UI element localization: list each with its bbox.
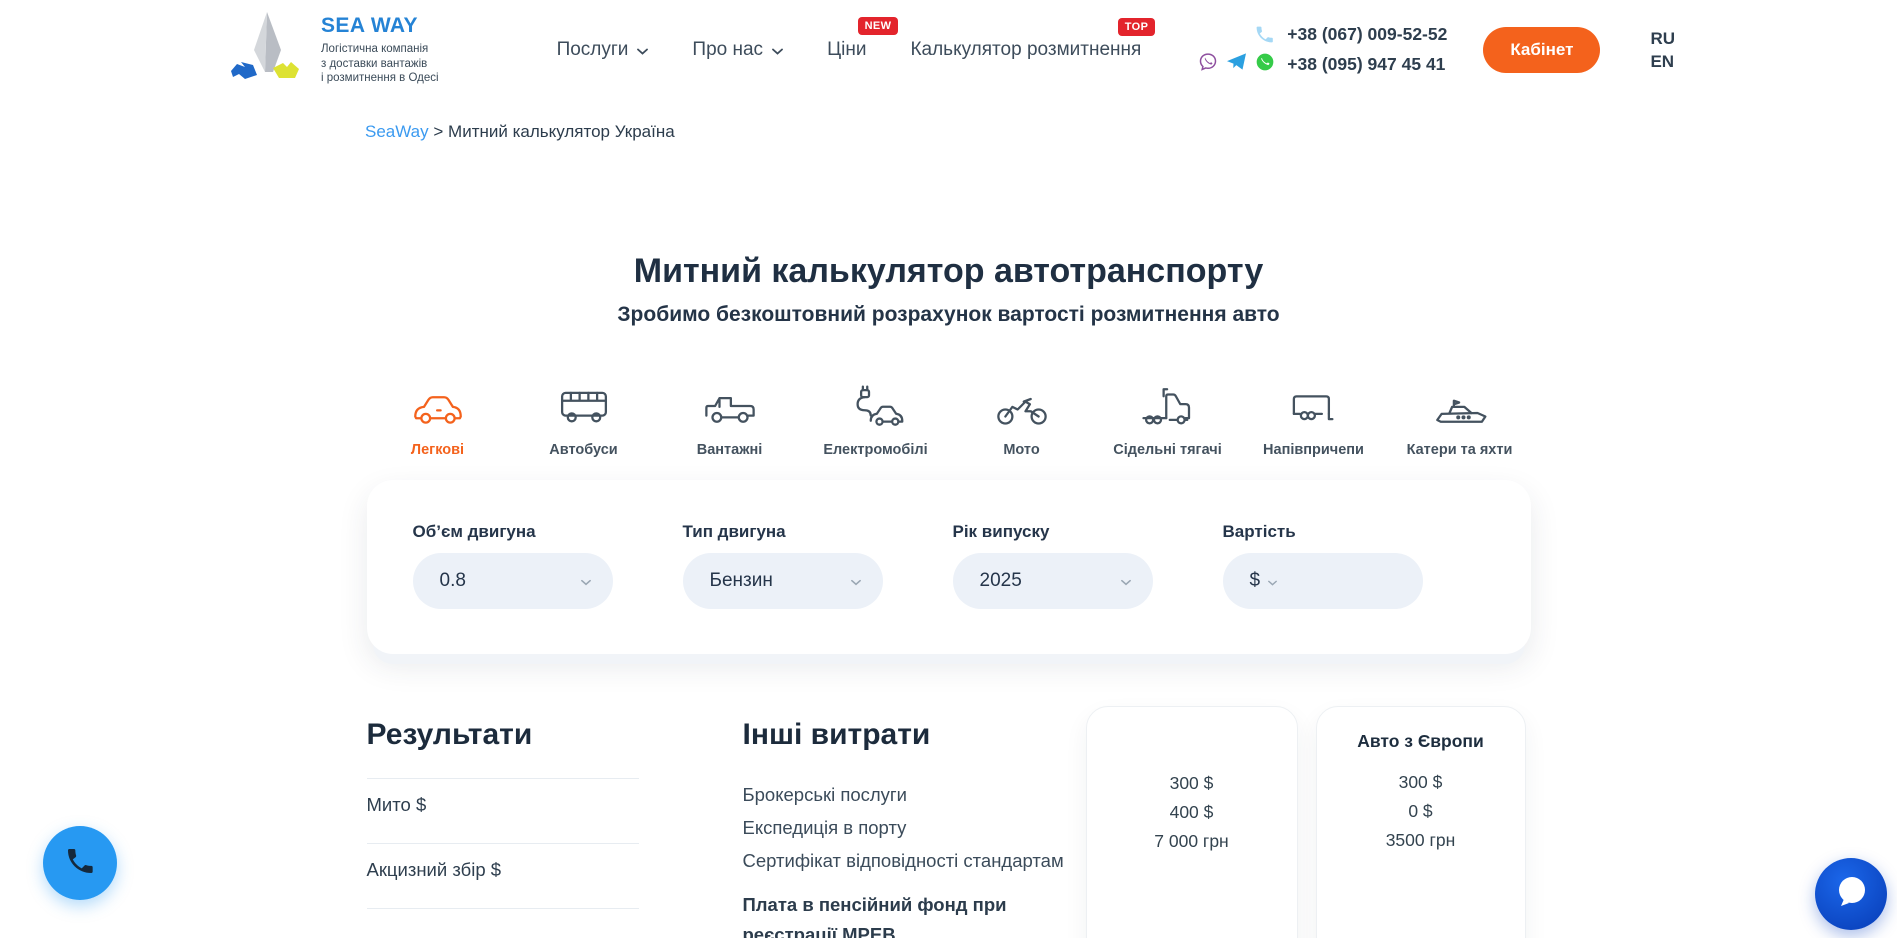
header-contacts: +38 (067) 009-52-52 +38 (095) 947 45 41 (1189, 24, 1447, 77)
chevron-down-icon (581, 570, 591, 592)
call-fab-button[interactable] (43, 826, 117, 900)
phone-icon (1189, 24, 1275, 45)
cost-card-europe: Авто з Європи 300 $ 0 $ 3500 грн (1316, 706, 1526, 938)
engine-volume-label: Об’єм двигуна (413, 522, 613, 542)
truck-icon (657, 379, 803, 429)
lang-en[interactable]: EN (1650, 52, 1675, 72)
engine-type-select[interactable]: Бензин (683, 553, 883, 609)
telegram-icon[interactable] (1226, 52, 1247, 76)
phone-number-2[interactable]: +38 (095) 947 45 41 (1287, 54, 1445, 75)
phone-icon (64, 845, 96, 882)
logo[interactable]: SEA WAY Логістична компанія з доставки в… (223, 8, 439, 93)
new-badge: NEW (858, 17, 899, 35)
result-row-excise: Акцизний збір $ (367, 843, 639, 908)
price-label: Вартість (1223, 522, 1423, 542)
results-list: Мито $ Акцизний збір $ (367, 778, 639, 909)
other-costs-list: Брокерські послуги Експедиція в порту Се… (743, 778, 1073, 938)
list-item: Сертифікат відповідності стандартам (743, 844, 1073, 877)
language-switcher: RU EN (1650, 29, 1675, 72)
tab-electric-cars[interactable]: Електромобілі (803, 379, 949, 458)
logo-text: SEA WAY Логістична компанія з доставки в… (321, 14, 439, 87)
currency-select[interactable]: $ (1250, 570, 1261, 592)
chevron-down-icon (1121, 570, 1131, 592)
list-item: Експедиція в порту (743, 811, 1073, 844)
price-input[interactable] (1285, 570, 1400, 592)
phone-number-1[interactable]: +38 (067) 009-52-52 (1287, 24, 1447, 45)
header: SEA WAY Логістична компанія з доставки в… (0, 0, 1897, 100)
tab-semi-trailers[interactable]: Напівпричепи (1241, 379, 1387, 458)
nav-item-prices[interactable]: Ціни NEW (827, 39, 866, 61)
year-select[interactable]: 2025 (953, 553, 1153, 609)
viber-icon[interactable] (1198, 52, 1218, 77)
engine-volume-field: Об’єм двигуна 0.8 (413, 522, 613, 609)
semi-truck-icon (1095, 379, 1241, 429)
year-field: Рік випуску 2025 (953, 522, 1153, 609)
hero: Митний калькулятор автотранспорту Зробим… (0, 252, 1897, 327)
page-subtitle: Зробимо безкоштовний розрахунок вартості… (0, 303, 1897, 327)
cost-value: 0 $ (1317, 797, 1525, 826)
logo-title: SEA WAY (321, 14, 439, 38)
cabinet-button[interactable]: Кабінет (1483, 27, 1600, 73)
page-title: Митний калькулятор автотранспорту (0, 252, 1897, 291)
cost-value: 7 000 грн (1087, 827, 1297, 856)
cost-card-title: Авто з Європи (1317, 731, 1525, 752)
logo-subtitle: Логістична компанія з доставки вантажів … (321, 42, 439, 87)
breadcrumb: SeaWay > Митний калькулятор Україна (365, 122, 1897, 142)
chevron-down-icon (772, 39, 783, 61)
other-costs-title: Інші витрати (743, 718, 1073, 752)
whatsapp-icon[interactable] (1255, 52, 1275, 77)
cost-value: 400 $ (1087, 798, 1297, 827)
yacht-icon (1387, 379, 1533, 429)
main-nav: Послуги Про нас Ціни NEW Калькулятор роз… (557, 39, 1142, 61)
tab-cars[interactable]: Легкові (365, 379, 511, 458)
bus-icon (511, 379, 657, 429)
chevron-down-icon (1268, 570, 1277, 592)
other-costs-column: Інші витрати Брокерські послуги Експедиц… (743, 718, 1073, 938)
cost-value: 300 $ (1087, 769, 1297, 798)
cost-card-local: 300 $ 400 $ 7 000 грн (1086, 706, 1298, 938)
chevron-down-icon (851, 570, 861, 592)
results-section: Результати Мито $ Акцизний збір $ Інші в… (367, 718, 1531, 928)
calculator-form-card: Об’єм двигуна 0.8 Тип двигуна Бензин Рік… (367, 480, 1531, 654)
nav-item-about[interactable]: Про нас (692, 39, 783, 61)
pension-fund-item: Плата в пенсійний фонд при реєстрації МР… (743, 890, 1043, 938)
results-column: Результати Мито $ Акцизний збір $ (367, 718, 639, 909)
motorcycle-icon (949, 379, 1095, 429)
cost-value: 300 $ (1317, 768, 1525, 797)
result-row-duty: Мито $ (367, 778, 639, 843)
tab-boats-yachts[interactable]: Катери та яхти (1387, 379, 1533, 458)
boat-logo-icon (223, 8, 307, 93)
year-label: Рік випуску (953, 522, 1153, 542)
chevron-down-icon (637, 39, 648, 61)
breadcrumb-current: Митний калькулятор Україна (448, 122, 675, 141)
breadcrumb-separator: > (433, 122, 443, 141)
nav-item-services[interactable]: Послуги (557, 39, 649, 61)
engine-volume-select[interactable]: 0.8 (413, 553, 613, 609)
list-item: Брокерські послуги (743, 778, 1073, 811)
engine-type-field: Тип двигуна Бензин (683, 522, 883, 609)
price-field: Вартість $ (1223, 522, 1423, 609)
chat-fab-button[interactable] (1815, 858, 1887, 930)
price-input-group: $ (1223, 553, 1423, 609)
breadcrumb-home-link[interactable]: SeaWay (365, 122, 429, 141)
electric-car-icon (803, 379, 949, 429)
nav-item-customs-calculator[interactable]: Калькулятор розмитнення TOP (910, 39, 1141, 61)
tab-trucks[interactable]: Вантажні (657, 379, 803, 458)
top-badge: TOP (1118, 18, 1156, 36)
tab-moto[interactable]: Мото (949, 379, 1095, 458)
car-icon (365, 379, 511, 429)
phone-row-1: +38 (067) 009-52-52 (1189, 24, 1447, 45)
trailer-icon (1241, 379, 1387, 429)
engine-type-label: Тип двигуна (683, 522, 883, 542)
cost-value: 3500 грн (1317, 826, 1525, 855)
tab-semi-trucks[interactable]: Сідельні тягачі (1095, 379, 1241, 458)
vehicle-tabs: Легкові Автобуси Вантажні (0, 379, 1897, 458)
results-title: Результати (367, 718, 639, 752)
tab-buses[interactable]: Автобуси (511, 379, 657, 458)
phone-row-2: +38 (095) 947 45 41 (1189, 52, 1447, 77)
lang-ru[interactable]: RU (1650, 29, 1675, 49)
chat-bubble-icon (1833, 874, 1869, 915)
